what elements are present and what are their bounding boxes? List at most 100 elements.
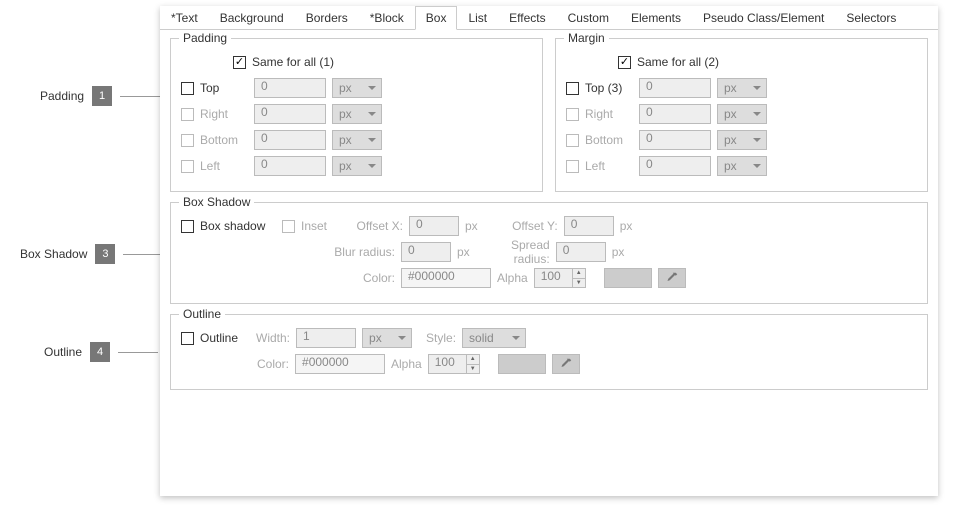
tab-borders[interactable]: Borders bbox=[295, 6, 359, 29]
outline-width-input[interactable]: 1 bbox=[296, 328, 356, 348]
outline-checkbox[interactable] bbox=[181, 332, 194, 345]
tab-custom[interactable]: Custom bbox=[557, 6, 620, 29]
outline-color-label: Color: bbox=[257, 357, 289, 371]
margin-right-checkbox[interactable] bbox=[566, 108, 579, 121]
padding-top-unit-select[interactable]: px bbox=[332, 78, 382, 98]
chevron-down-icon bbox=[398, 336, 406, 340]
shadow-color-swatch[interactable] bbox=[604, 268, 652, 288]
blur-unit: px bbox=[457, 245, 470, 259]
padding-left-row: Left 0 px bbox=[181, 155, 532, 177]
padding-top-row: Top0px bbox=[181, 77, 532, 99]
outline-color-swatch[interactable] bbox=[498, 354, 546, 374]
shadow-alpha-spinner[interactable]: 100 ▲▼ bbox=[534, 268, 586, 288]
padding-bottom-unit-select[interactable]: px bbox=[332, 130, 382, 150]
blur-input[interactable]: 0 bbox=[401, 242, 451, 262]
box-panel: *TextBackgroundBorders*BlockBoxListEffec… bbox=[160, 6, 938, 496]
box-shadow-checkbox[interactable] bbox=[181, 220, 194, 233]
offset-y-unit: px bbox=[620, 219, 633, 233]
tab-list[interactable]: List bbox=[457, 6, 498, 29]
select-value: solid bbox=[469, 331, 494, 345]
tab-bar: *TextBackgroundBorders*BlockBoxListEffec… bbox=[160, 6, 938, 30]
offset-x-label: Offset X: bbox=[341, 219, 403, 233]
outline-color-input[interactable]: #000000 bbox=[295, 354, 385, 374]
color-picker-button[interactable] bbox=[552, 354, 580, 374]
padding-bottom-input[interactable]: 0 bbox=[254, 130, 326, 150]
spinner-buttons[interactable]: ▲▼ bbox=[572, 268, 586, 288]
margin-top-input[interactable]: 0 bbox=[639, 78, 711, 98]
shadow-color-label: Color: bbox=[333, 271, 395, 285]
outline-row1: Outline Width: 1 px Style: solid bbox=[181, 327, 917, 349]
padding-left-unit-select[interactable]: px bbox=[332, 156, 382, 176]
margin-bottom-label: Bottom bbox=[585, 133, 633, 147]
padding-left-input[interactable]: 0 bbox=[254, 156, 326, 176]
padding-top-checkbox[interactable] bbox=[181, 82, 194, 95]
padding-left-checkbox[interactable] bbox=[181, 160, 194, 173]
margin-same-for-all-checkbox[interactable] bbox=[618, 56, 631, 69]
chevron-down-icon bbox=[753, 138, 761, 142]
padding-right-label: Right bbox=[200, 107, 248, 121]
outline-width-unit-select[interactable]: px bbox=[362, 328, 412, 348]
padding-same-for-all-row: Same for all (1) bbox=[181, 51, 532, 73]
callout-padding: Padding 1 bbox=[40, 86, 160, 106]
outline-alpha-spinner[interactable]: 100 ▲▼ bbox=[428, 354, 480, 374]
margin-bottom-unit-select[interactable]: px bbox=[717, 130, 767, 150]
spread-input[interactable]: 0 bbox=[556, 242, 606, 262]
margin-right-input[interactable]: 0 bbox=[639, 104, 711, 124]
select-value: px bbox=[724, 159, 737, 173]
padding-margin-row: Padding Same for all (1) Top0pxRight0pxB… bbox=[170, 38, 928, 202]
outline-style-select[interactable]: solid bbox=[462, 328, 526, 348]
margin-top-row: Top (3)0px bbox=[566, 77, 917, 99]
outline-width-label: Width: bbox=[256, 331, 290, 345]
margin-top-checkbox[interactable] bbox=[566, 82, 579, 95]
padding-same-for-all-checkbox[interactable] bbox=[233, 56, 246, 69]
margin-same-for-all-row: Same for all (2) bbox=[566, 51, 917, 73]
tab-background[interactable]: Background bbox=[209, 6, 295, 29]
padding-bottom-row: Bottom0px bbox=[181, 129, 532, 151]
outline-label: Outline bbox=[200, 331, 250, 345]
margin-top-unit-select[interactable]: px bbox=[717, 78, 767, 98]
select-value: px bbox=[724, 107, 737, 121]
padding-legend: Padding bbox=[179, 31, 231, 45]
inset-checkbox[interactable] bbox=[282, 220, 295, 233]
eyedropper-icon bbox=[666, 272, 678, 284]
color-picker-button[interactable] bbox=[658, 268, 686, 288]
tab-elements[interactable]: Elements bbox=[620, 6, 692, 29]
box-shadow-row3: Color: #000000 Alpha 100 ▲▼ bbox=[181, 267, 917, 289]
tab-pseudo-class-element[interactable]: Pseudo Class/Element bbox=[692, 6, 835, 29]
offset-x-input[interactable]: 0 bbox=[409, 216, 459, 236]
margin-bottom-input[interactable]: 0 bbox=[639, 130, 711, 150]
tab--text[interactable]: *Text bbox=[160, 6, 209, 29]
margin-bottom-row: Bottom 0 px bbox=[566, 129, 917, 151]
inset-label: Inset bbox=[301, 219, 335, 233]
callout-label: Outline bbox=[44, 345, 82, 359]
shadow-color-input[interactable]: #000000 bbox=[401, 268, 491, 288]
margin-left-row: Left0px bbox=[566, 155, 917, 177]
shadow-alpha-input[interactable]: 100 bbox=[534, 268, 572, 288]
padding-right-unit-select[interactable]: px bbox=[332, 104, 382, 124]
padding-left-label: Left bbox=[200, 159, 248, 173]
box-shadow-row1: Box shadow Inset Offset X: 0 px Offset Y… bbox=[181, 215, 917, 237]
margin-left-unit-select[interactable]: px bbox=[717, 156, 767, 176]
tab--block[interactable]: *Block bbox=[359, 6, 415, 29]
spinner-buttons[interactable]: ▲▼ bbox=[466, 354, 480, 374]
padding-bottom-checkbox[interactable] bbox=[181, 134, 194, 147]
spread-label: Spread radius: bbox=[476, 238, 550, 266]
select-value: px bbox=[339, 159, 352, 173]
offset-y-input[interactable]: 0 bbox=[564, 216, 614, 236]
select-value: px bbox=[339, 107, 352, 121]
chevron-down-icon bbox=[753, 86, 761, 90]
padding-top-input[interactable]: 0 bbox=[254, 78, 326, 98]
margin-right-unit-select[interactable]: px bbox=[717, 104, 767, 124]
tab-selectors[interactable]: Selectors bbox=[835, 6, 907, 29]
blur-label: Blur radius: bbox=[333, 245, 395, 259]
margin-left-input[interactable]: 0 bbox=[639, 156, 711, 176]
outline-alpha-input[interactable]: 100 bbox=[428, 354, 466, 374]
tab-effects[interactable]: Effects bbox=[498, 6, 556, 29]
padding-right-input[interactable]: 0 bbox=[254, 104, 326, 124]
tab-box[interactable]: Box bbox=[415, 6, 458, 30]
margin-left-checkbox[interactable] bbox=[566, 160, 579, 173]
margin-bottom-checkbox[interactable] bbox=[566, 134, 579, 147]
padding-right-checkbox[interactable] bbox=[181, 108, 194, 121]
chevron-down-icon bbox=[753, 112, 761, 116]
chevron-down-icon bbox=[753, 164, 761, 168]
